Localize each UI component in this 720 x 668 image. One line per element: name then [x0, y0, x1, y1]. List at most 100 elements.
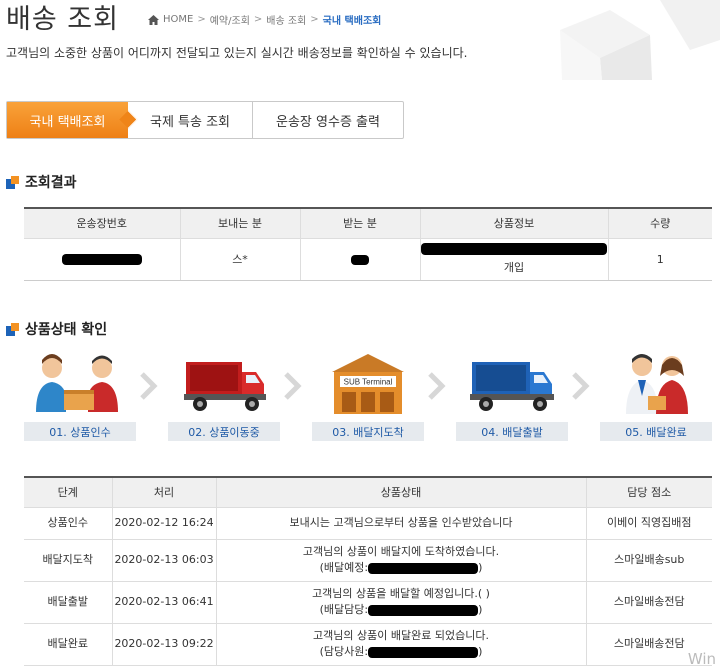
col-product: 상품정보: [419, 208, 608, 239]
stage-cell: 배달완료: [24, 623, 112, 666]
product-sub-text: 개입: [503, 261, 525, 274]
table-row: 배달완료 2020-02-13 09:22 고객님의 상품이 배달완료 되었습니…: [24, 623, 712, 666]
step-arrived: SUB Terminal 03. 배달지도착: [312, 350, 424, 442]
status-section-title: 상품상태 확인: [6, 319, 107, 339]
time-cell: 2020-02-13 06:03: [111, 539, 216, 582]
col-quantity: 수량: [607, 208, 712, 239]
time-cell: 2020-02-13 06:41: [111, 581, 216, 624]
status-sub-line: (배달담당:): [217, 602, 586, 618]
branch-cell: 이베이 직영집배점: [585, 507, 712, 540]
status-sub-line: (담당사원:): [217, 644, 586, 660]
status-message: 고객님의 상품이 배달지에 도착하였습니다.: [302, 545, 500, 558]
stage-cell: 배달출발: [24, 581, 112, 624]
step-received: 01. 상품인수: [24, 350, 136, 442]
step-label: 05. 배달완료: [600, 422, 712, 441]
windows-watermark: Win: [687, 650, 716, 668]
section-bullet-icon: [6, 175, 19, 189]
page-title: 배송 조회: [6, 4, 119, 35]
redacted-detail: [368, 646, 479, 658]
breadcrumb-reservation[interactable]: 예약/조회: [210, 12, 250, 27]
table-row: 배달출발 2020-02-13 06:41 고객님의 상품을 배달할 예정입니다…: [24, 581, 712, 624]
chevron-right-icon: [572, 372, 590, 400]
redacted-detail: [368, 604, 479, 616]
status-sub-line: (배달예정:): [217, 560, 586, 576]
redacted-product: [421, 243, 607, 255]
chevron-right-icon: [140, 372, 158, 400]
branch-cell: 스마일배송sub: [585, 539, 712, 582]
delivered-icon: [626, 354, 688, 414]
status-message: 보내시는 고객님으로부터 상품을 인수받았습니다: [289, 516, 513, 529]
terminal-icon: SUB Terminal: [332, 354, 404, 414]
breadcrumb-current: 국내 택배조회: [322, 16, 382, 27]
table-row: 배달지도착 2020-02-13 06:03 고객님의 상품이 배달지에 도착하…: [24, 539, 712, 582]
truck-icon: [184, 362, 266, 411]
breadcrumb-separator: >: [310, 14, 319, 25]
breadcrumb-home[interactable]: HOME: [163, 14, 193, 25]
result-section-title: 조회결과: [6, 172, 77, 192]
status-sub-close: ): [478, 603, 483, 616]
status-sub-label: (담당사원:: [319, 645, 369, 658]
receiver-cell: [299, 238, 420, 281]
table-row: 스* 개입 1: [24, 238, 712, 281]
chevron-right-icon: [428, 372, 446, 400]
status-sub-label: (배달예정:: [319, 561, 369, 574]
status-cell: 고객님의 상품을 배달할 예정입니다.( ) (배달담당:): [215, 581, 586, 624]
branch-cell: 스마일배송전담: [585, 581, 712, 624]
result-table: 운송장번호 보내는 분 받는 분 상품정보 수량 스* 개입 1: [24, 207, 712, 281]
col-status: 상품상태: [215, 477, 586, 508]
step-label: 04. 배달출발: [456, 422, 568, 441]
product-cell: 개입: [419, 238, 608, 281]
breadcrumb-delivery[interactable]: 배송 조회: [266, 12, 306, 27]
step-in-transit: 02. 상품이동중: [168, 350, 280, 442]
col-branch: 담당 점소: [585, 477, 712, 508]
status-cell: 고객님의 상품이 배달완료 되었습니다. (담당사원:): [215, 623, 586, 666]
time-cell: 2020-02-12 16:24: [111, 507, 216, 540]
col-stage: 단계: [24, 477, 112, 508]
step-label: 01. 상품인수: [24, 422, 136, 441]
status-message: 고객님의 상품을 배달할 예정입니다.( ): [312, 587, 490, 600]
breadcrumb-separator: >: [197, 14, 206, 25]
chevron-right-icon: [284, 372, 302, 400]
step-label: 03. 배달지도착: [312, 422, 424, 441]
breadcrumb: HOME > 예약/조회 > 배송 조회 > 국내 택배조회: [148, 12, 381, 27]
delivery-truck-icon: [470, 362, 554, 411]
status-sub-close: ): [478, 561, 483, 574]
sender-cell: 스*: [179, 238, 300, 281]
section-bullet-icon: [6, 322, 19, 336]
step-delivered: 05. 배달완료: [600, 350, 712, 442]
handover-icon: [36, 354, 118, 412]
tab-domestic-tracking[interactable]: 국내 택배조회: [7, 102, 128, 138]
status-message: 고객님의 상품이 배달완료 되었습니다.: [313, 629, 489, 642]
delivery-steps: 01. 상품인수 02. 상품이동중 SUB Terminal 03. 배달지도…: [24, 350, 712, 442]
status-sub-label: (배달담당:: [319, 603, 369, 616]
home-icon: [148, 14, 159, 25]
time-cell: 2020-02-13 09:22: [111, 623, 216, 666]
terminal-sign-text: SUB Terminal: [344, 378, 393, 387]
status-cell: 고객님의 상품이 배달지에 도착하였습니다. (배달예정:): [215, 539, 586, 582]
waybill-cell: [24, 238, 180, 281]
stage-cell: 배달지도착: [24, 539, 112, 582]
page-header: 배송 조회: [6, 2, 119, 36]
step-out-for-delivery: 04. 배달출발: [456, 350, 568, 442]
breadcrumb-separator: >: [253, 14, 263, 25]
status-sub-close: ): [478, 645, 483, 658]
tab-waybill-receipt[interactable]: 운송장 영수증 출력: [253, 102, 403, 138]
col-receiver: 받는 분: [299, 208, 420, 239]
stage-cell: 상품인수: [24, 507, 112, 540]
result-table-header: 운송장번호 보내는 분 받는 분 상품정보 수량: [24, 208, 712, 239]
col-time: 처리: [111, 477, 216, 508]
tab-international-tracking[interactable]: 국제 특송 조회: [128, 102, 253, 138]
table-row: 상품인수 2020-02-12 16:24 보내시는 고객님으로부터 상품을 인…: [24, 507, 712, 540]
col-waybill: 운송장번호: [24, 208, 180, 239]
page-description: 고객님의 소중한 상품이 어디까지 전달되고 있는지 실시간 배송정보를 확인하…: [6, 46, 468, 60]
decorative-cube-image: [560, 0, 720, 80]
result-section-label: 조회결과: [25, 175, 77, 191]
quantity-cell: 1: [607, 238, 712, 281]
col-sender: 보내는 분: [179, 208, 300, 239]
status-table: 단계 처리 상품상태 담당 점소 상품인수 2020-02-12 16:24 보…: [24, 476, 712, 666]
status-section-label: 상품상태 확인: [25, 322, 108, 338]
tab-bar: 국내 택배조회 국제 특송 조회 운송장 영수증 출력: [6, 101, 404, 139]
redacted-detail: [368, 562, 479, 574]
status-cell: 보내시는 고객님으로부터 상품을 인수받았습니다: [215, 507, 586, 540]
step-label: 02. 상품이동중: [168, 422, 280, 441]
